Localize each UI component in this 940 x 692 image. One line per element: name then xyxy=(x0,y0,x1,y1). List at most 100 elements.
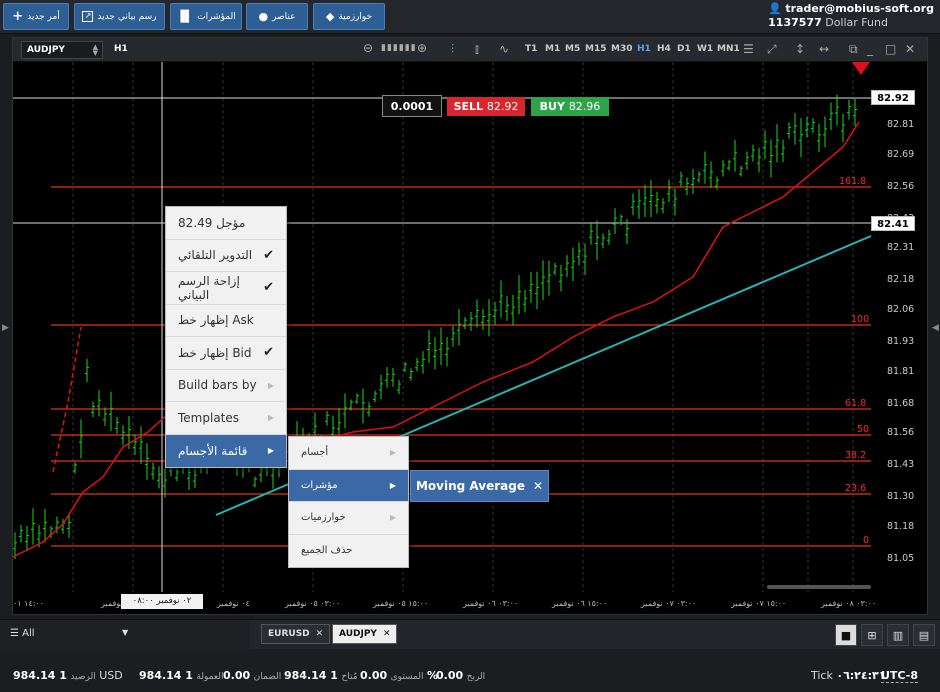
buy-price: 82.96 xyxy=(568,100,601,113)
price-tick-label: 81.05 xyxy=(887,553,915,564)
timeframe-m15[interactable]: M15 xyxy=(585,44,606,54)
moving-average-item[interactable]: Moving Average ✕ xyxy=(410,470,549,502)
algorithms-button[interactable]: ◆ خوارزمية xyxy=(313,3,385,30)
right-collapse-icon[interactable]: ◀ xyxy=(932,323,939,335)
timeframe-h1[interactable]: H1 xyxy=(637,44,651,54)
maximize-icon[interactable]: □ xyxy=(885,42,896,56)
quantity-input[interactable]: 0.0001 xyxy=(382,95,442,117)
zoom-in-icon[interactable]: ⊕ xyxy=(417,41,427,55)
status-bar: 984.14 1 الرصيد USD 984.14 1 العمولة 0.0… xyxy=(0,660,940,692)
submenu-item[interactable]: حذف الجميع xyxy=(289,535,408,568)
indicators-button[interactable]: ▐▌ المؤشرات xyxy=(170,3,242,30)
price-tick-label: 82.81 xyxy=(887,119,915,131)
tab-audjpy[interactable]: AUDJPY ✕ xyxy=(332,624,398,644)
line-chart-icon[interactable]: ∿ xyxy=(499,42,509,56)
submenu-item-label: أجسام xyxy=(301,447,329,459)
context-menu-item[interactable]: قائمة الأجسام ▶ xyxy=(166,434,286,467)
new-chart-button[interactable]: ↗ رسم بياني جديد xyxy=(74,3,165,30)
chart-area[interactable]: 82.8182.6982.5682.4382.3182.1882.0681.93… xyxy=(12,62,927,618)
timeframe-h4[interactable]: H4 xyxy=(657,44,671,54)
submenu-arrow-icon: ▶ xyxy=(389,513,396,523)
symbol-selector[interactable]: AUDJPY ▲ ▼ xyxy=(21,41,103,59)
indicators-label: المؤشرات xyxy=(197,11,236,22)
timeframe-m30[interactable]: M30 xyxy=(611,44,632,54)
left-collapse-icon[interactable]: ▶ xyxy=(2,323,9,335)
commission-value: 984.14 1 xyxy=(139,669,193,682)
margin-label: الضمان xyxy=(253,672,282,682)
layout-grid-icon[interactable]: ⊞ xyxy=(861,624,883,646)
zoom-slider-icon[interactable]: ▮▮▮▮▮▮ xyxy=(381,43,417,53)
sell-price: 82.92 xyxy=(486,100,519,113)
timeframe-m5[interactable]: M5 xyxy=(565,44,580,54)
available-label: مُتاح xyxy=(341,672,358,682)
moving-average-label: Moving Average xyxy=(415,479,525,493)
chart-icon: ↗ xyxy=(82,11,94,22)
chart-scrollbar[interactable] xyxy=(767,585,871,589)
timeframe-mn1[interactable]: MN1 xyxy=(717,44,740,54)
elements-button[interactable]: ● عناصر xyxy=(246,3,308,30)
new-order-button[interactable]: + أمر جديد xyxy=(3,3,69,30)
indicator-lines-icon[interactable]: ☰ xyxy=(743,42,754,56)
submenu-arrow-icon: ▶ xyxy=(267,413,274,423)
price-tick-label: 81.93 xyxy=(887,336,915,348)
menu-item-label: إزاحة الرسم البياني xyxy=(178,273,240,302)
close-tab-icon[interactable]: ✕ xyxy=(383,629,391,639)
layout-columns-icon[interactable]: ▥ xyxy=(887,624,909,646)
zoom-out-icon[interactable]: ⊖ xyxy=(363,41,373,55)
context-menu-item[interactable]: إزاحة الرسم البياني ✔ xyxy=(166,272,286,305)
crosshair-price-box: 82.41 xyxy=(871,216,915,231)
time-tick-label: ٠٣:٠٠ ٠٦ نوفمبر xyxy=(463,599,519,608)
context-menu-item[interactable]: التدوير التلقائي ✔ xyxy=(166,240,286,272)
new-order-label: أمر جديد xyxy=(27,11,60,22)
close-tab-icon[interactable]: ✕ xyxy=(316,629,324,639)
menu-item-label: 82.49 مؤجل xyxy=(178,215,246,230)
tab-label: EURUSD xyxy=(268,629,310,639)
context-menu-item[interactable]: إظهار خط Ask xyxy=(166,305,286,337)
submenu-item-label: حذف الجميع xyxy=(301,545,353,557)
remove-indicator-icon[interactable]: ✕ xyxy=(533,479,543,493)
timeframe-d1[interactable]: D1 xyxy=(677,44,691,54)
context-menu: 82.49 مؤجل التدوير التلقائي ✔ إزاحة الرسم ا… xyxy=(165,206,287,468)
submenu-item[interactable]: أجسام ▶ xyxy=(289,437,408,470)
timeframe-w1[interactable]: W1 xyxy=(697,44,713,54)
minimize-icon[interactable]: _ xyxy=(867,42,873,56)
candlestick-icon[interactable]: ⫾ xyxy=(475,42,479,57)
bars-icon: ▐▌ xyxy=(176,10,194,23)
filter-select[interactable]: ☰ All ▼ xyxy=(0,620,250,650)
context-menu-item[interactable]: Build bars by ▶ xyxy=(166,370,286,402)
price-chart[interactable] xyxy=(12,62,927,614)
context-menu-item[interactable]: إظهار خط Bid ✔ xyxy=(166,337,286,370)
timeframe-t1[interactable]: T1 xyxy=(525,44,537,54)
price-tick-label: 82.56 xyxy=(887,180,915,192)
updown-icon: ▲ ▼ xyxy=(92,43,98,57)
submenu-item[interactable]: مؤشرات ▶ xyxy=(289,469,408,502)
detach-icon[interactable]: ⧉ xyxy=(849,42,858,57)
price-tick-label: 82.31 xyxy=(887,242,915,254)
resize-diagonal-icon[interactable]: ⤢ xyxy=(767,42,777,57)
sell-button[interactable]: SELL 82.92 xyxy=(447,97,525,116)
close-icon[interactable]: ✕ xyxy=(905,42,915,56)
timeframe-m1[interactable]: M1 xyxy=(545,44,560,54)
fib-level-label: 50 xyxy=(857,424,870,435)
layout-rows-icon[interactable]: ▤ xyxy=(913,624,935,646)
account-info[interactable]: 👤 trader@mobius-soft.org 1137577 Dollar … xyxy=(768,2,934,30)
resize-horizontal-icon[interactable]: ↔ xyxy=(819,42,829,56)
context-menu-item[interactable]: 82.49 مؤجل xyxy=(166,207,286,240)
tab-eurusd[interactable]: EURUSD ✕ xyxy=(261,624,331,644)
resize-vertical-icon[interactable]: ↕ xyxy=(795,42,805,56)
context-menu-item[interactable]: Templates ▶ xyxy=(166,402,286,435)
buy-button[interactable]: BUY 82.96 xyxy=(531,97,609,116)
check-icon: ✔ xyxy=(263,345,274,361)
timezone-selector[interactable]: UTC-8 xyxy=(881,669,918,682)
bar-type-icon[interactable]: ⫶ xyxy=(451,42,454,57)
check-icon: ✔ xyxy=(263,247,274,263)
submenu-item[interactable]: خوارزميات ▶ xyxy=(289,502,408,535)
menu-item-label: قائمة الأجسام xyxy=(178,443,248,458)
user-icon: 👤 xyxy=(768,2,782,15)
fib-level-label: 100 xyxy=(851,314,870,325)
price-tick-label: 81.18 xyxy=(887,520,915,532)
submenu-arrow-icon: ▶ xyxy=(267,446,274,456)
commission-label: العمولة xyxy=(196,672,224,682)
layout-single-icon[interactable]: ■ xyxy=(835,624,857,646)
symbol-tab-bar: ☰ All ▼ EURUSD ✕ AUDJPY ✕ ■ ⊞ ▥ ▤ xyxy=(0,619,940,650)
